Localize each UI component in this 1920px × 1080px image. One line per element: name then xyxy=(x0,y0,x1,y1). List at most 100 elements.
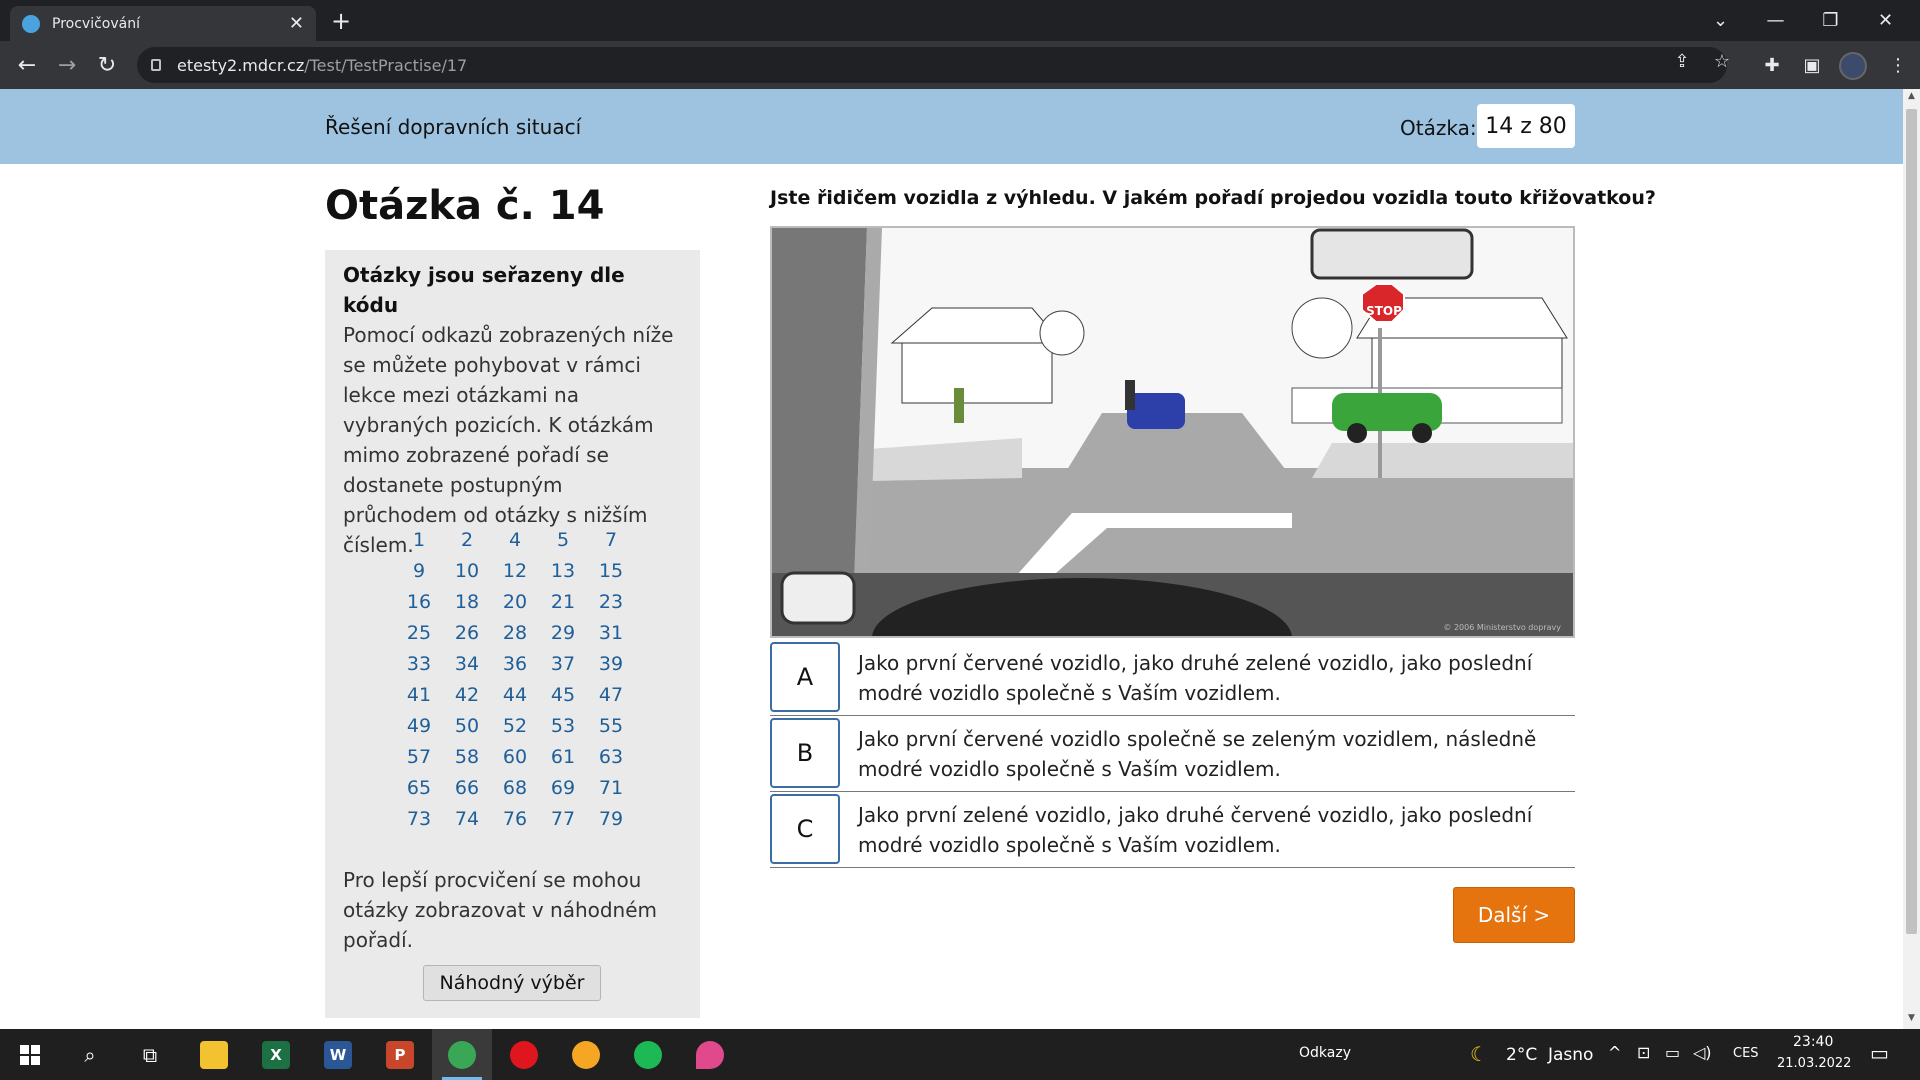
tab-search-icon[interactable]: ⌄ xyxy=(1693,0,1748,41)
file-explorer-icon[interactable] xyxy=(184,1029,244,1080)
search-icon[interactable]: ⌕ xyxy=(60,1029,120,1080)
answer-option-b[interactable]: B Jako první červené vozidlo společně se… xyxy=(770,716,1575,792)
clock-date[interactable]: 21.03.2022 xyxy=(1777,1056,1851,1071)
question-link[interactable]: 2 xyxy=(443,525,491,556)
question-link[interactable]: 7 xyxy=(587,525,635,556)
network-icon[interactable]: ⊡ xyxy=(1637,1043,1650,1062)
answer-letter-box[interactable]: C xyxy=(770,794,840,864)
address-bar[interactable]: etesty2.mdcr.cz/Test/TestPractise/17 xyxy=(137,47,1727,83)
question-link[interactable]: 76 xyxy=(491,804,539,835)
minimize-icon[interactable]: — xyxy=(1748,0,1803,41)
question-link[interactable]: 31 xyxy=(587,618,635,649)
question-link[interactable]: 68 xyxy=(491,773,539,804)
answer-text[interactable]: Jako první červené vozidlo, jako druhé z… xyxy=(858,648,1558,708)
question-link[interactable]: 25 xyxy=(395,618,443,649)
question-link[interactable]: 69 xyxy=(539,773,587,804)
scroll-thumb[interactable] xyxy=(1906,109,1917,934)
question-link[interactable]: 15 xyxy=(587,556,635,587)
question-link[interactable]: 36 xyxy=(491,649,539,680)
answer-letter-box[interactable]: A xyxy=(770,642,840,712)
question-link[interactable]: 16 xyxy=(395,587,443,618)
windows-start-icon[interactable] xyxy=(0,1029,60,1080)
question-link[interactable]: 44 xyxy=(491,680,539,711)
question-link[interactable]: 63 xyxy=(587,742,635,773)
close-tab-icon[interactable]: ✕ xyxy=(289,13,304,34)
battery-icon[interactable]: ▭ xyxy=(1665,1043,1680,1062)
question-link[interactable]: 79 xyxy=(587,804,635,835)
question-link[interactable]: 45 xyxy=(539,680,587,711)
drop-app-icon[interactable] xyxy=(680,1029,740,1080)
menu-icon[interactable]: ⋮ xyxy=(1883,51,1913,81)
question-link[interactable]: 65 xyxy=(395,773,443,804)
question-link[interactable]: 55 xyxy=(587,711,635,742)
word-icon[interactable]: W xyxy=(308,1029,368,1080)
clock-time[interactable]: 23:40 xyxy=(1793,1034,1833,1050)
excel-icon[interactable]: X xyxy=(246,1029,306,1080)
question-link[interactable]: 74 xyxy=(443,804,491,835)
question-link[interactable]: 50 xyxy=(443,711,491,742)
browser-tab[interactable]: Procvičování ✕ xyxy=(10,6,316,41)
question-link[interactable]: 4 xyxy=(491,525,539,556)
brave-icon[interactable] xyxy=(556,1029,616,1080)
volume-icon[interactable]: ◁) xyxy=(1693,1043,1712,1062)
question-link[interactable]: 61 xyxy=(539,742,587,773)
back-icon[interactable]: ← xyxy=(11,49,43,81)
weather-text[interactable]: 2°C Jasno xyxy=(1506,1045,1593,1065)
question-link[interactable]: 20 xyxy=(491,587,539,618)
question-link[interactable]: 52 xyxy=(491,711,539,742)
share-icon[interactable]: ⇪ xyxy=(1668,51,1696,72)
task-view-icon[interactable]: ⧉ xyxy=(120,1029,180,1080)
random-selection-button[interactable]: Náhodný výběr xyxy=(423,965,601,1001)
question-link[interactable]: 18 xyxy=(443,587,491,618)
question-link[interactable]: 39 xyxy=(587,649,635,680)
opera-icon[interactable] xyxy=(494,1029,554,1080)
question-link[interactable]: 71 xyxy=(587,773,635,804)
answer-option-c[interactable]: C Jako první zelené vozidlo, jako druhé … xyxy=(770,792,1575,868)
question-link[interactable]: 41 xyxy=(395,680,443,711)
scroll-up-icon[interactable]: ▲ xyxy=(1903,91,1920,105)
profile-avatar[interactable] xyxy=(1839,52,1867,80)
bookmark-star-icon[interactable]: ☆ xyxy=(1708,51,1736,72)
links-toolbar-label[interactable]: Odkazy xyxy=(1299,1045,1351,1061)
question-link[interactable]: 26 xyxy=(443,618,491,649)
question-link[interactable]: 29 xyxy=(539,618,587,649)
question-link[interactable]: 58 xyxy=(443,742,491,773)
question-link[interactable]: 33 xyxy=(395,649,443,680)
notifications-icon[interactable]: ▭ xyxy=(1870,1041,1889,1065)
question-link[interactable]: 49 xyxy=(395,711,443,742)
question-link[interactable]: 77 xyxy=(539,804,587,835)
question-link[interactable]: 1 xyxy=(395,525,443,556)
question-link[interactable]: 10 xyxy=(443,556,491,587)
question-link[interactable]: 42 xyxy=(443,680,491,711)
forward-icon[interactable]: → xyxy=(51,49,83,81)
reload-icon[interactable]: ↻ xyxy=(91,49,123,81)
language-indicator[interactable]: CES xyxy=(1733,1046,1759,1061)
page-scrollbar[interactable]: ▲ ▼ xyxy=(1903,89,1920,1029)
side-panel-icon[interactable]: ▣ xyxy=(1797,51,1827,81)
question-link[interactable]: 34 xyxy=(443,649,491,680)
next-button[interactable]: Další > xyxy=(1453,887,1575,943)
chrome-icon[interactable] xyxy=(432,1029,492,1080)
restore-icon[interactable]: ❐ xyxy=(1803,0,1858,41)
question-link[interactable]: 47 xyxy=(587,680,635,711)
question-link[interactable]: 37 xyxy=(539,649,587,680)
powerpoint-icon[interactable]: P xyxy=(370,1029,430,1080)
new-tab-icon[interactable]: + xyxy=(326,6,356,36)
tray-chevron-icon[interactable]: ^ xyxy=(1608,1043,1621,1062)
question-link[interactable]: 5 xyxy=(539,525,587,556)
answer-text[interactable]: Jako první červené vozidlo společně se z… xyxy=(858,724,1558,784)
question-link[interactable]: 66 xyxy=(443,773,491,804)
question-link[interactable]: 60 xyxy=(491,742,539,773)
question-link[interactable]: 57 xyxy=(395,742,443,773)
answer-option-a[interactable]: A Jako první červené vozidlo, jako druhé… xyxy=(770,640,1575,716)
answer-text[interactable]: Jako první zelené vozidlo, jako druhé če… xyxy=(858,800,1558,860)
question-link[interactable]: 53 xyxy=(539,711,587,742)
answer-letter-box[interactable]: B xyxy=(770,718,840,788)
question-link[interactable]: 9 xyxy=(395,556,443,587)
extensions-icon[interactable]: ✚ xyxy=(1757,51,1787,81)
question-link[interactable]: 12 xyxy=(491,556,539,587)
question-link[interactable]: 21 xyxy=(539,587,587,618)
scroll-down-icon[interactable]: ▼ xyxy=(1903,1013,1920,1027)
question-link[interactable]: 28 xyxy=(491,618,539,649)
spotify-icon[interactable] xyxy=(618,1029,678,1080)
